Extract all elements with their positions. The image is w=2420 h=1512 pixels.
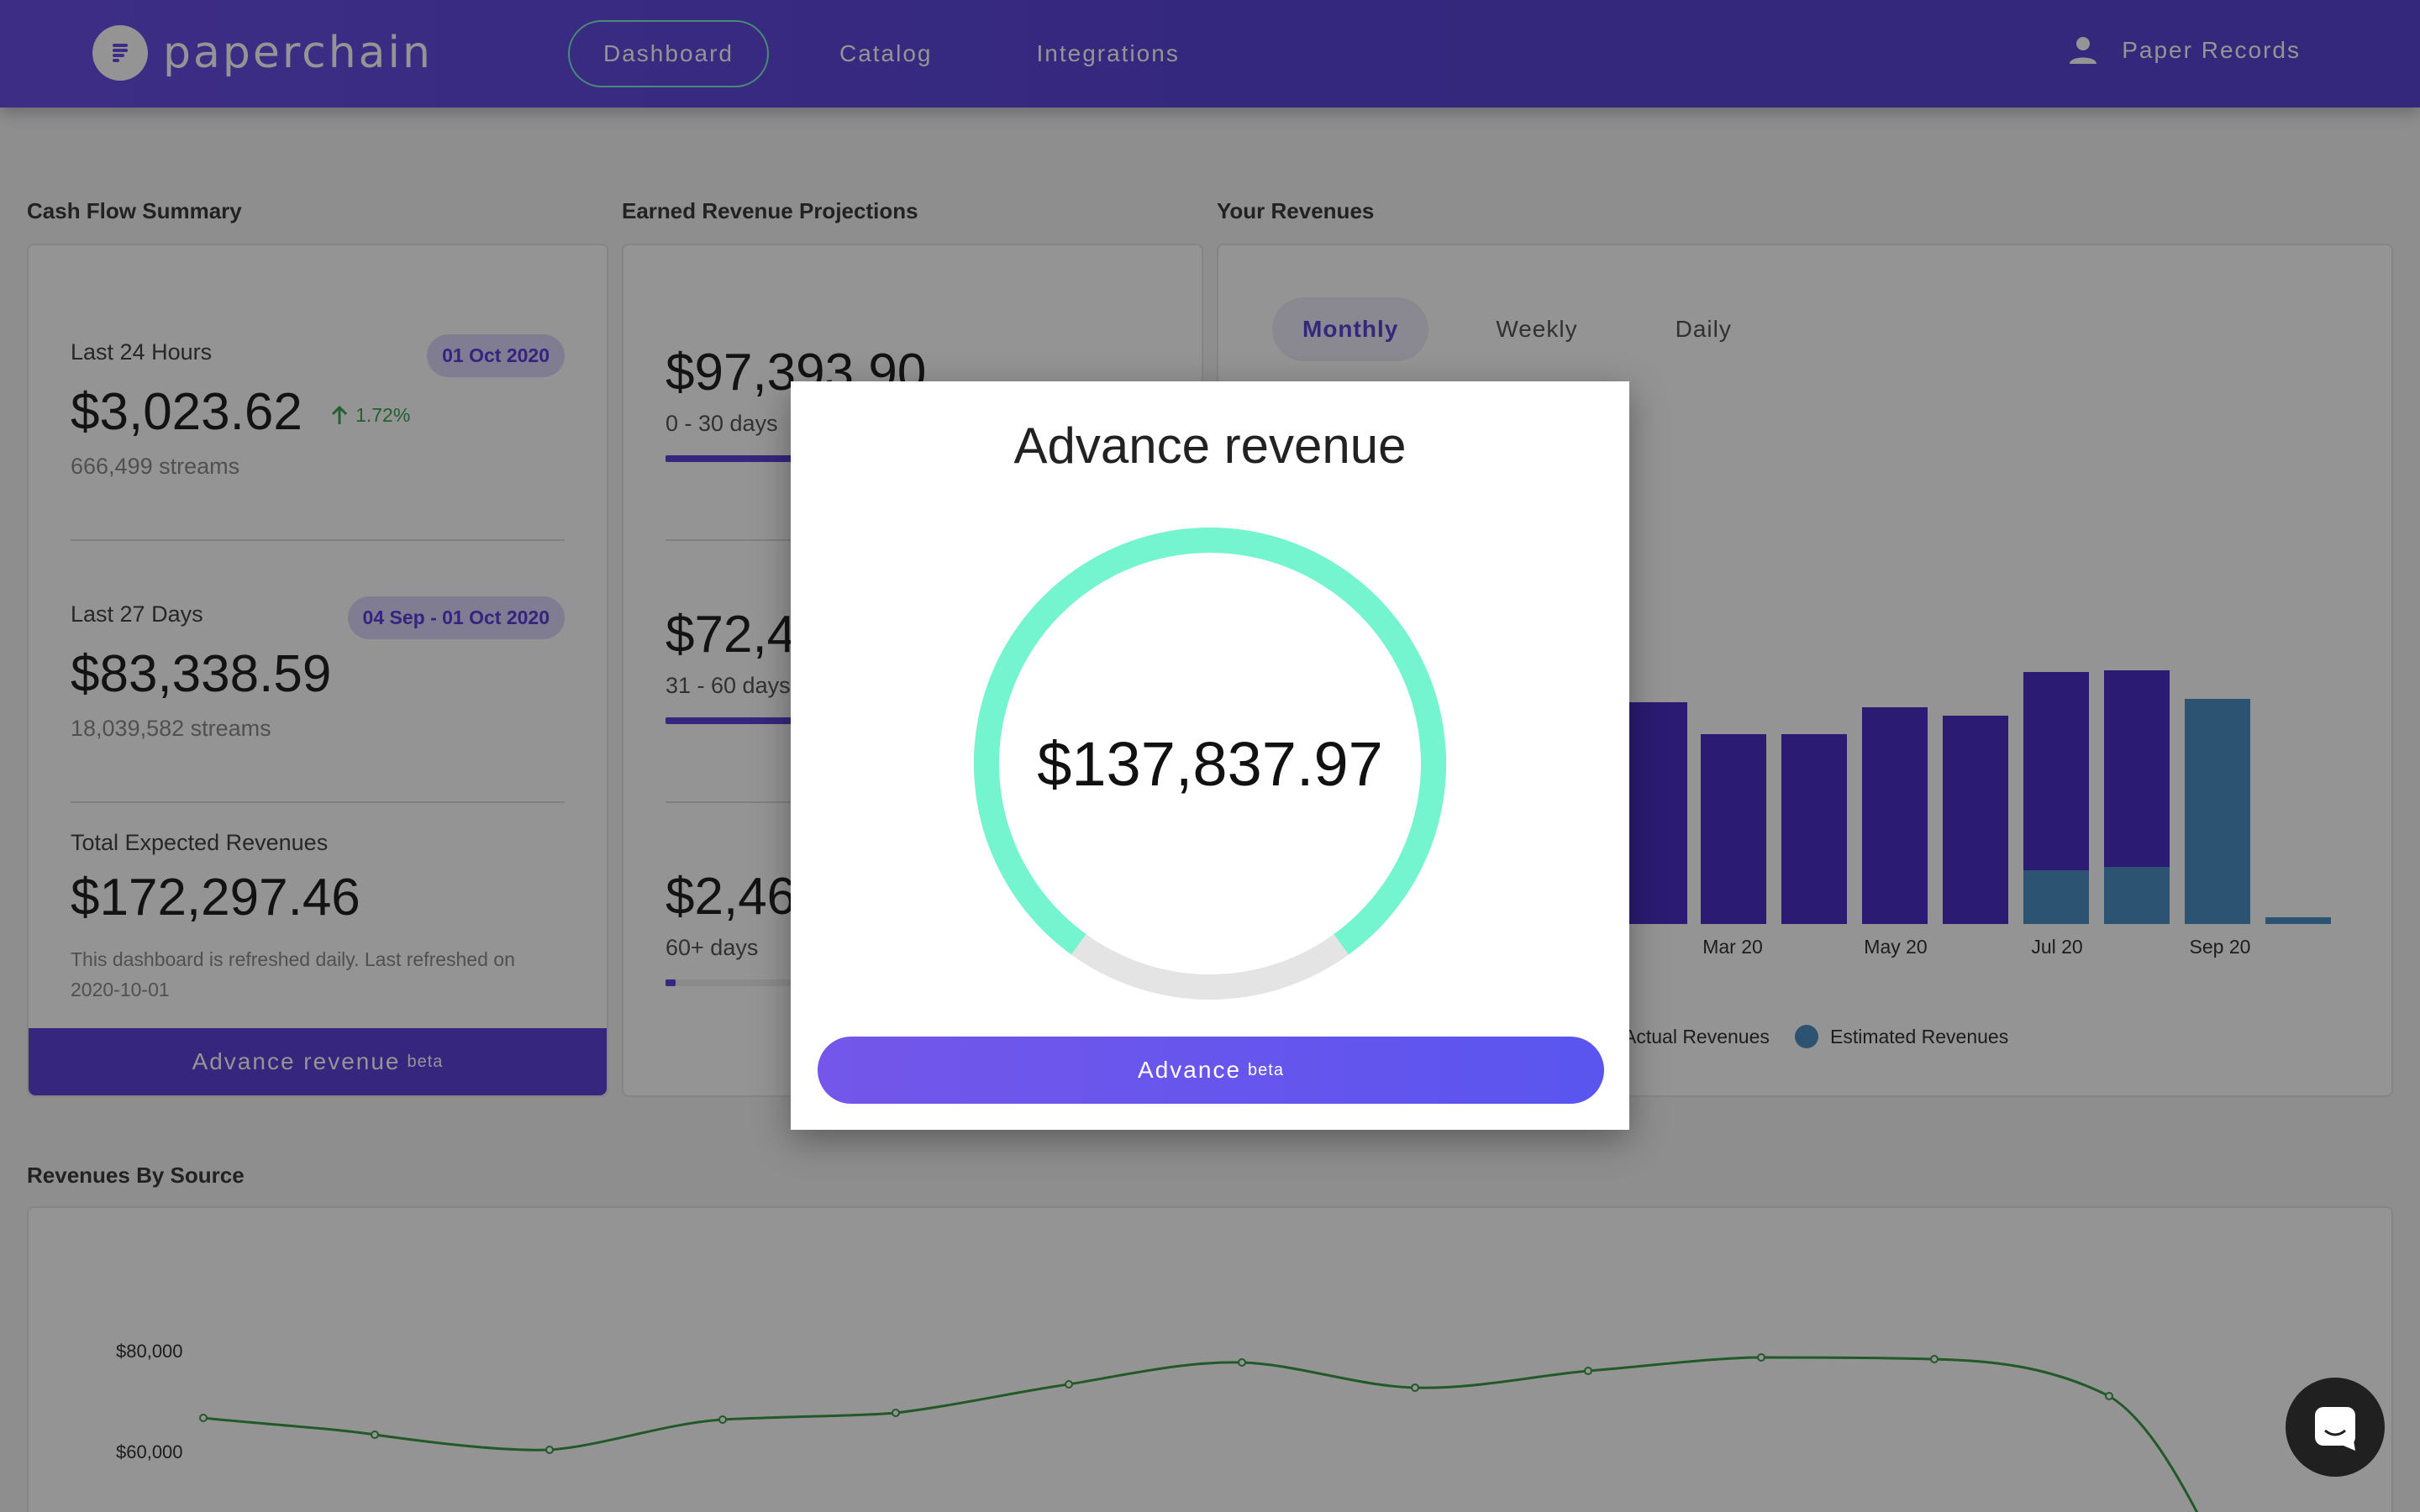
advance-revenue-modal: Advance revenue $137,837.97 Advance beta: [791, 381, 1629, 1130]
beta-tag: beta: [1248, 1060, 1284, 1079]
advance-amount: $137,837.97: [1037, 728, 1383, 799]
modal-title: Advance revenue: [1013, 417, 1407, 474]
chat-icon: [2315, 1407, 2355, 1451]
advance-button[interactable]: Advance beta: [818, 1037, 1604, 1104]
advance-amount-ring: $137,837.97: [972, 526, 1448, 1001]
chat-launcher-button[interactable]: [2286, 1378, 2385, 1477]
advance-button-label: Advance: [1138, 1057, 1242, 1083]
